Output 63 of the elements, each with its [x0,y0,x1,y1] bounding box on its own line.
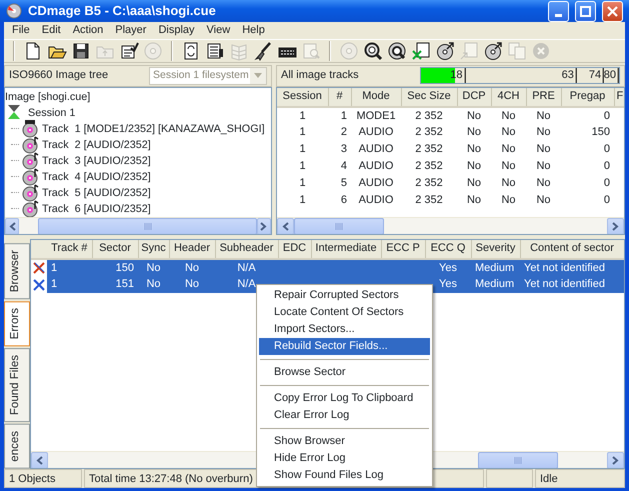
table-cell-text: No [500,176,517,192]
table-cell-text: No [535,193,552,208]
table-cell-text: 2 352 [414,125,444,140]
table-cell-text: No [535,142,552,158]
table-cell-text: AUDIO [358,125,394,140]
table-cell-text: AUDIO [358,193,394,208]
table-cell: No [526,106,561,124]
table-cell-text: No [466,176,482,192]
window-title: CDmage B5 - C:\aaa\shogi.cue [28,2,217,20]
table-cell-text: 2 352 [414,176,444,192]
table-cell-text: 0 [602,159,611,174]
table-cell-text: 2 352 [414,142,444,158]
table-cell-text: No [535,176,552,192]
panel-title: ISO9660 Image tree [9,68,108,84]
table-cell-text: No [535,159,552,174]
table-cell-text: 5 [340,176,348,192]
table-cell-text: 2 352 [414,159,444,174]
table-cell: No [491,106,526,124]
table-cell: Yes [425,276,471,294]
table-cell-text: No [500,159,517,174]
table-cell-text: 1 [298,125,307,140]
table-cell-text: 1 [298,176,307,192]
table-cell-text: 3 [340,142,348,158]
table-cell-text: No [466,159,482,174]
table-cell-text: 2 [340,125,348,140]
table-cell-text: 0 [602,142,611,158]
table-cell-text: No [466,142,482,158]
meter-mark: 74 [588,68,604,84]
table-cell: 1 [277,106,328,124]
table-cell-text: 0 [602,176,611,192]
table-cell: Yet not identified [520,276,624,294]
table-cell-text: 1 [298,142,307,158]
table-cell-text: 150 [590,125,611,140]
table-cell: MODE1 [351,106,401,124]
table-cell: Medium [471,276,520,294]
table-cell: No [169,276,215,294]
meter-mark: 63 [562,68,577,84]
table-cell-text: AUDIO [358,176,394,192]
table-cell-text: No [500,193,517,208]
table-cell: 0 [561,106,614,124]
status-text: 1 Objects [4,469,82,488]
table-cell-text: No [466,125,482,140]
table-cell-text: No [500,142,517,158]
meter-mark: 80 [604,68,619,84]
status-text: Idle [535,469,625,488]
table-cell-text: No [535,125,552,140]
table-cell: No [457,106,491,124]
table-cell-text: AUDIO [358,142,394,158]
table-cell: 2 352 [401,106,457,124]
panel-title: All image tracks [281,68,359,84]
table-cell-text: 1 [298,193,307,208]
table-cell-text: 4 [340,159,348,174]
table-cell-text: 0 [602,193,611,208]
table-cell-text: No [466,193,482,208]
table-cell: 1 [328,106,351,124]
table-cell: No [138,276,169,294]
table-cell-text: AUDIO [358,159,394,174]
table-cell-text: 6 [340,193,348,208]
table-cell-text: 2 352 [414,193,444,208]
table-cell-text: 1 [298,159,307,174]
table-cell: 1 [47,276,92,294]
table-cell-text: No [500,125,517,140]
table-cell: 151 [92,276,138,294]
